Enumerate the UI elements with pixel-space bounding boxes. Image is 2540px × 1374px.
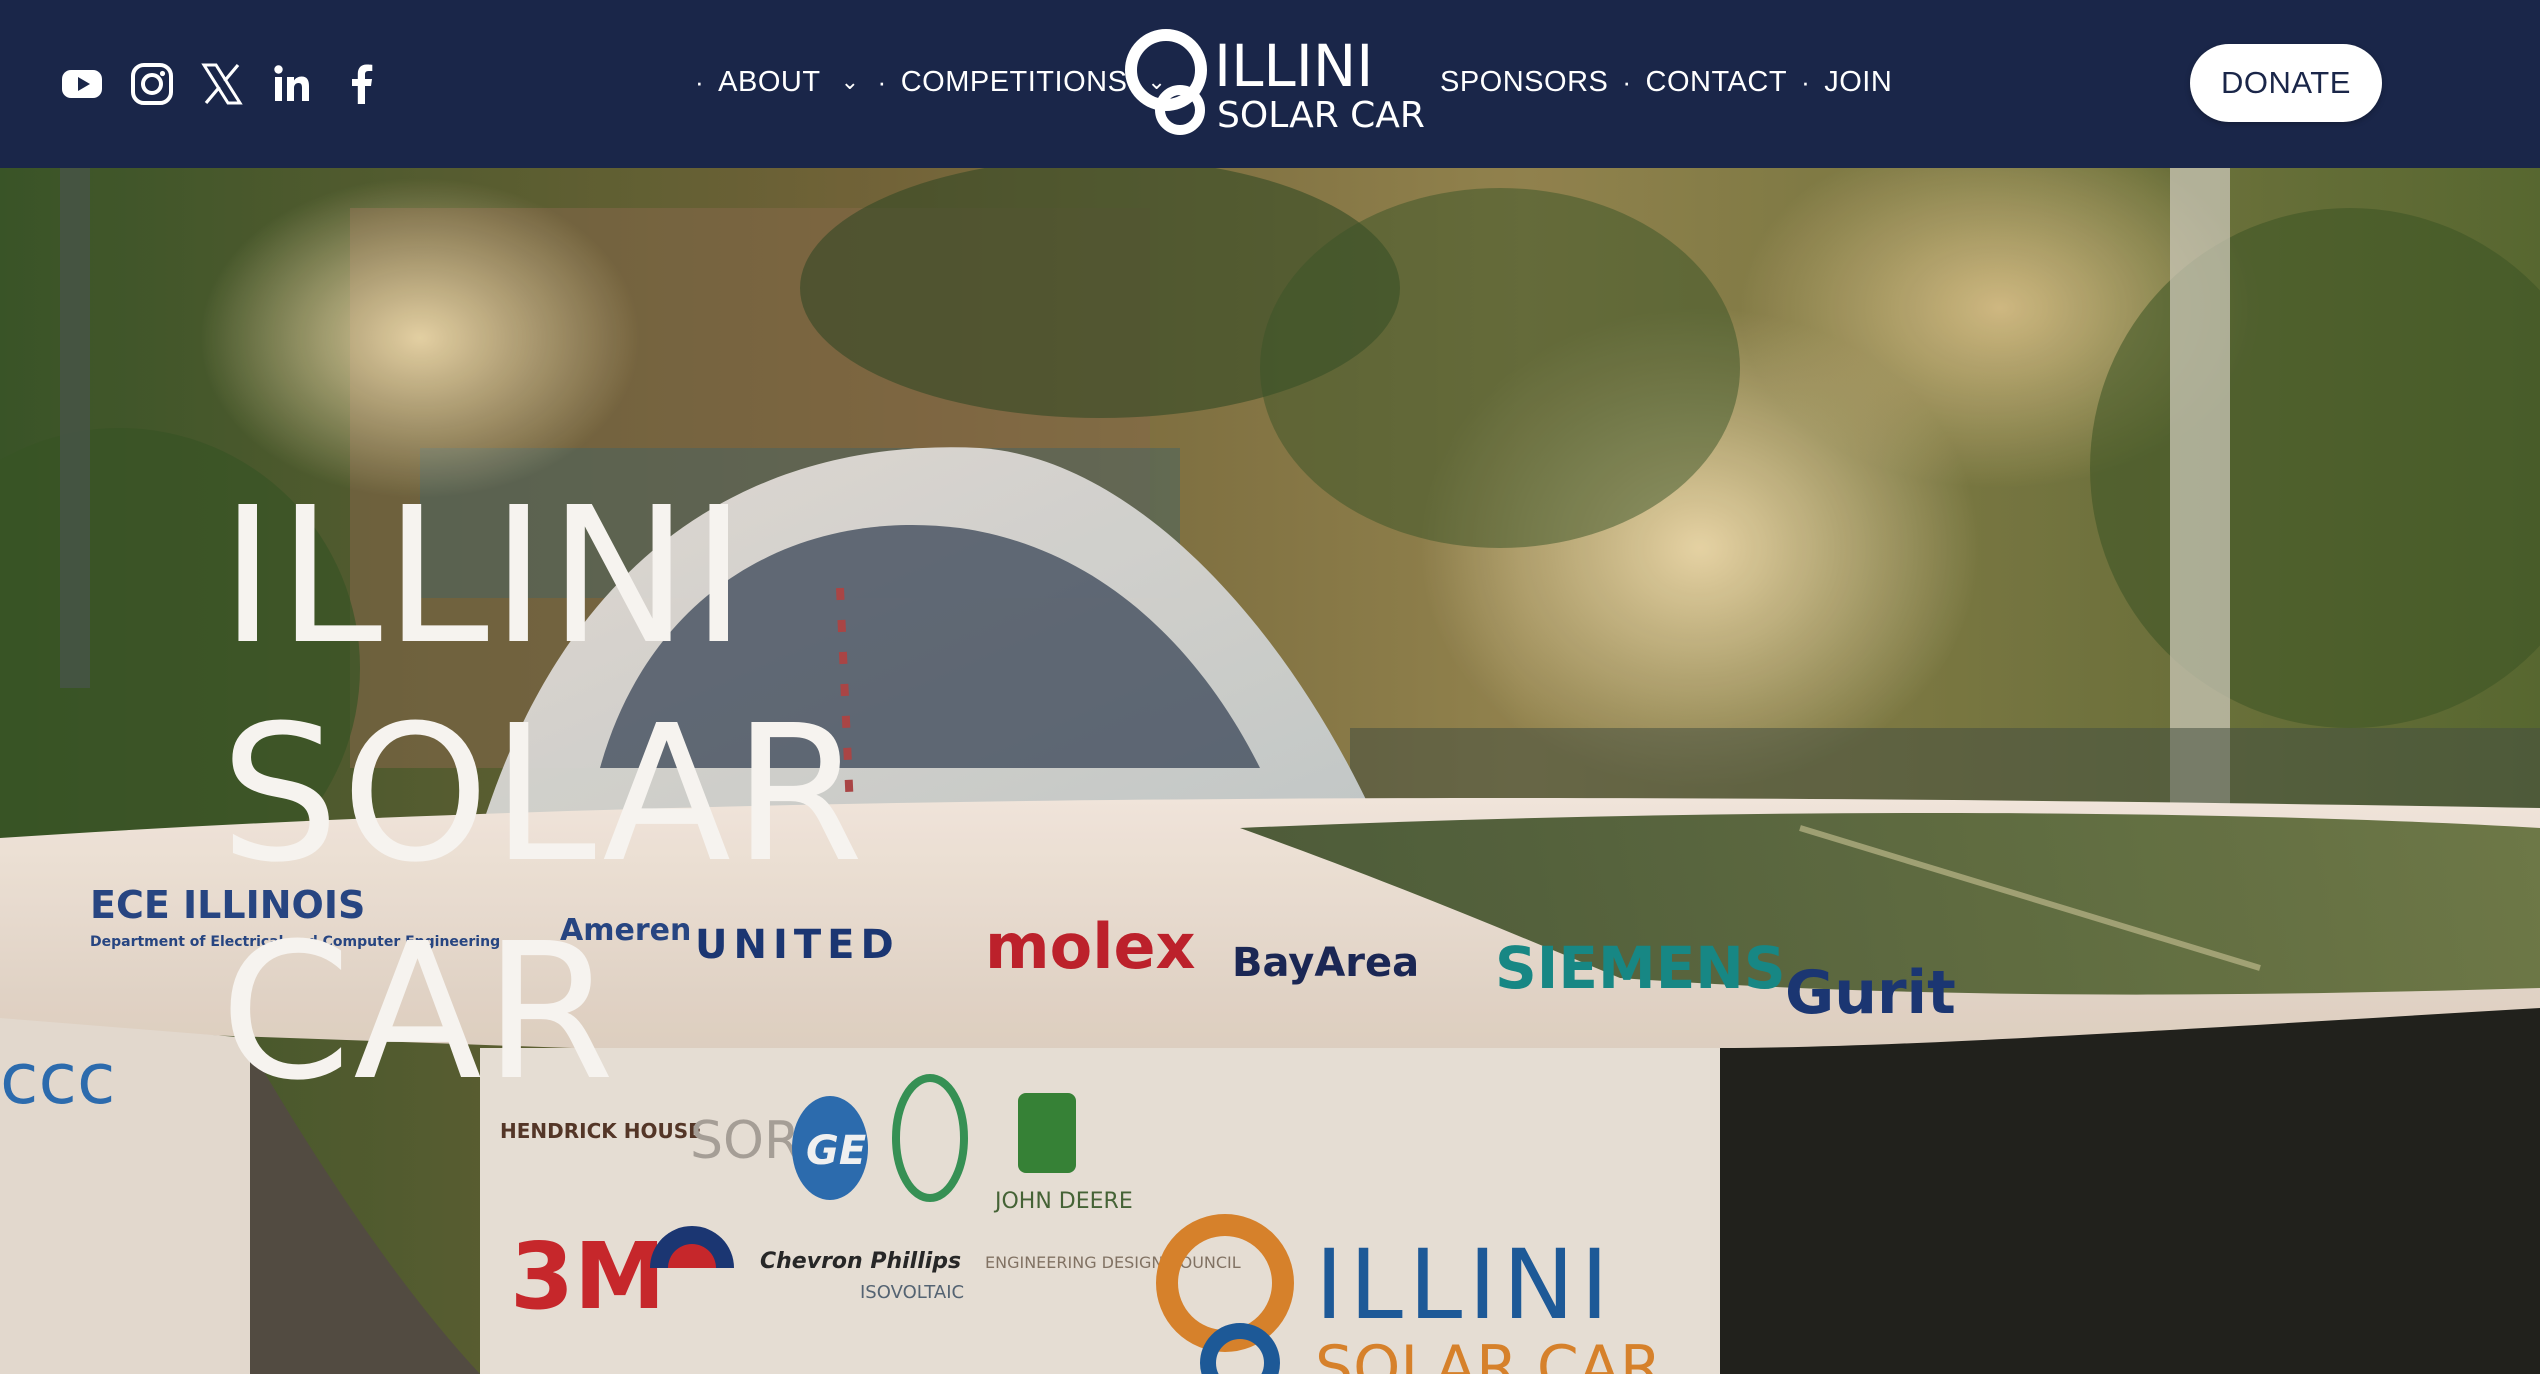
nav-separator: · — [1801, 66, 1811, 97]
hero-title-line-3: CAR — [220, 903, 617, 1122]
nav-label-join: JOIN — [1824, 65, 1893, 98]
logo-line1: ILLINI — [1214, 32, 1373, 100]
nav-separator: · — [695, 66, 705, 97]
hero-section: ECE ILLINOIS Department of Electrical an… — [0, 168, 2540, 1374]
primary-nav-left: · ABOUT ⌄ · COMPETITIONS ⌄ — [695, 58, 1184, 106]
nav-label-sponsors: SPONSORS — [1440, 65, 1609, 98]
nav-item-contact[interactable]: · CONTACT — [1622, 66, 1787, 99]
nav-separator: · — [1622, 66, 1632, 97]
hero-title-line-2: SOLAR — [220, 685, 866, 904]
nav-label-competitions: COMPETITIONS — [900, 65, 1128, 98]
nav-separator: · — [877, 66, 887, 97]
donate-button[interactable]: DONATE — [2190, 44, 2382, 122]
hero-title: ILLINI SOLAR CAR — [220, 468, 866, 1122]
site-logo[interactable]: ILLINI SOLAR CAR — [1118, 26, 1428, 138]
nav-item-join[interactable]: · JOIN — [1801, 66, 1892, 99]
x-icon[interactable] — [200, 62, 244, 106]
nav-item-about[interactable]: · ABOUT ⌄ — [695, 66, 860, 99]
hero-title-line-1: ILLINI — [220, 467, 749, 686]
site-header: · ABOUT ⌄ · COMPETITIONS ⌄ ILLINI SOLAR … — [0, 0, 2540, 168]
chevron-down-icon[interactable]: ⌄ — [841, 69, 860, 95]
nav-label-contact: CONTACT — [1645, 65, 1788, 98]
logo-line2: SOLAR CAR — [1217, 95, 1425, 136]
facebook-icon[interactable] — [340, 62, 384, 106]
primary-nav-right: SPONSORS · CONTACT · JOIN — [1440, 58, 1906, 106]
nav-label-about: ABOUT — [718, 65, 821, 98]
linkedin-icon[interactable] — [270, 62, 314, 106]
nav-item-sponsors[interactable]: SPONSORS — [1440, 66, 1608, 99]
social-links — [60, 62, 384, 106]
youtube-icon[interactable] — [60, 62, 104, 106]
instagram-icon[interactable] — [130, 62, 174, 106]
